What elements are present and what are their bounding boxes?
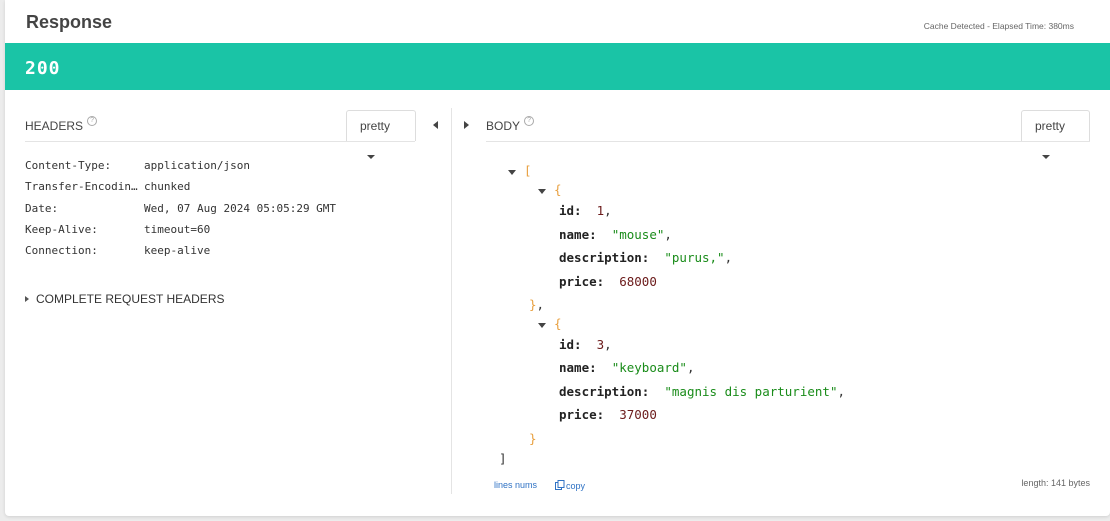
header-name: Transfer-Encoding: xyxy=(25,180,144,193)
json-field-row: description: "purus,", xyxy=(559,250,733,265)
response-panel: Response Cache Detected - Elapsed Time: … xyxy=(5,0,1110,516)
json-string: "mouse" xyxy=(611,227,665,242)
header-value: chunked xyxy=(144,180,191,193)
copy-button[interactable]: copy xyxy=(555,480,585,491)
status-bar: 200 xyxy=(5,43,1110,90)
collapse-object-icon[interactable] xyxy=(538,189,546,194)
json-string: "keyboard" xyxy=(611,360,687,375)
copy-icon xyxy=(555,480,565,490)
caret-right-icon xyxy=(25,295,29,302)
panel-divider xyxy=(451,108,452,494)
header-value: application/json xyxy=(144,159,250,172)
array-close-bracket: ] xyxy=(499,451,507,466)
object-close-brace: }, xyxy=(529,297,545,312)
complete-request-headers-toggle[interactable]: COMPLETE REQUEST HEADERS xyxy=(25,292,224,306)
header-value: keep-alive xyxy=(144,244,211,257)
help-icon[interactable]: ? xyxy=(524,116,535,126)
header-row: Transfer-Encoding: chunked xyxy=(25,180,190,193)
json-field-row: id: 1, xyxy=(559,203,612,218)
header-value: Wed, 07 Aug 2024 05:05:29 GMT xyxy=(144,202,337,215)
header-name: Connection: xyxy=(25,244,98,257)
header-name: Content-Type: xyxy=(25,159,112,172)
body-format-label: pretty xyxy=(1035,119,1066,133)
collapse-left-icon[interactable] xyxy=(433,121,438,129)
body-section-label: BODY? xyxy=(486,116,535,133)
json-number: 37000 xyxy=(619,407,657,422)
header-row: Content-Type: application/json xyxy=(25,159,250,172)
object-open-brace: { xyxy=(554,316,562,331)
body-label: BODY xyxy=(486,119,521,133)
json-key: name: xyxy=(559,360,597,375)
json-field-row: name: "keyboard", xyxy=(559,360,695,375)
page-title: Response xyxy=(26,12,113,32)
collapse-array-icon[interactable] xyxy=(508,170,516,175)
response-length: length: 141 bytes xyxy=(1021,478,1090,488)
json-field-row: price: 37000 xyxy=(559,407,657,422)
json-key: description: xyxy=(559,384,650,399)
json-field-row: description: "magnis dis parturient", xyxy=(559,384,845,399)
headers-format-label: pretty xyxy=(360,119,391,133)
headers-underline xyxy=(25,141,415,142)
help-icon[interactable]: ? xyxy=(87,116,98,126)
header-row: Date: Wed, 07 Aug 2024 05:05:29 GMT xyxy=(25,202,336,215)
headers-label: HEADERS xyxy=(25,119,84,133)
header-row: Connection: keep-alive xyxy=(25,244,210,257)
header-name: Keep-Alive: xyxy=(25,223,98,236)
chevron-down-icon xyxy=(1042,154,1050,159)
header-row: Keep-Alive: timeout=60 xyxy=(25,223,210,236)
object-close-brace: } xyxy=(529,431,537,446)
object-open-brace: { xyxy=(554,182,562,197)
json-string: "purus," xyxy=(664,250,725,265)
cache-info: Cache Detected - Elapsed Time: 380ms xyxy=(923,21,1074,31)
header-value: timeout=60 xyxy=(144,223,211,236)
json-key: id: xyxy=(559,203,582,218)
header-name: Date: xyxy=(25,202,59,215)
array-open-bracket: [ xyxy=(524,163,532,178)
json-field-row: name: "mouse", xyxy=(559,227,672,242)
json-key: description: xyxy=(559,250,650,265)
json-key: name: xyxy=(559,227,597,242)
body-format-dropdown[interactable]: pretty xyxy=(1021,110,1090,159)
lines-nums-toggle[interactable]: lines nums xyxy=(494,480,537,490)
json-key: price: xyxy=(559,407,605,422)
body-underline xyxy=(486,141,1090,142)
json-field-row: id: 3, xyxy=(559,337,612,352)
json-field-row: price: 68000 xyxy=(559,274,657,289)
complete-headers-label: COMPLETE REQUEST HEADERS xyxy=(36,292,225,306)
headers-format-dropdown[interactable]: pretty xyxy=(346,110,416,159)
collapse-object-icon[interactable] xyxy=(538,323,546,328)
copy-label: copy xyxy=(566,481,586,491)
json-key: price: xyxy=(559,274,605,289)
headers-section-label: HEADERS? xyxy=(25,116,98,133)
collapse-right-icon[interactable] xyxy=(464,121,469,129)
json-string: "magnis dis parturient" xyxy=(664,384,838,399)
status-code: 200 xyxy=(25,58,61,79)
chevron-down-icon xyxy=(367,154,375,159)
json-key: id: xyxy=(559,337,582,352)
json-number: 68000 xyxy=(619,274,657,289)
